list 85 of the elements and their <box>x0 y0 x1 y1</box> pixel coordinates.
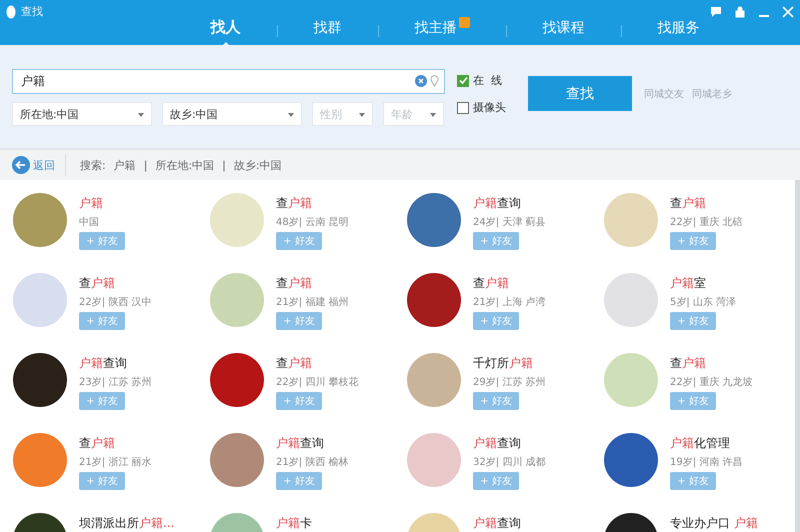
user-info: 22岁| 陕西 汉中 <box>79 296 152 309</box>
filter-dropdown[interactable]: 故乡:中国 <box>162 102 302 126</box>
tab[interactable]: 找课程 <box>508 14 618 46</box>
user-name[interactable]: 查户籍 <box>670 195 742 212</box>
avatar-placeholder[interactable] <box>407 273 461 327</box>
user-info: 21岁| 浙江 丽水 <box>79 456 152 469</box>
user-name[interactable]: 户籍卡 <box>276 515 312 532</box>
back-button[interactable]: 返回 <box>12 154 66 176</box>
user-name[interactable]: 户籍查询 <box>473 435 546 452</box>
user-info: 21岁| 陕西 榆林 <box>276 456 348 469</box>
search-term: 所在地:中国 <box>155 158 214 172</box>
avatar-placeholder[interactable] <box>604 433 658 487</box>
user-name[interactable]: 查户籍 <box>276 195 348 212</box>
add-friend-button[interactable]: + 好友 <box>473 312 519 330</box>
add-friend-button[interactable]: + 好友 <box>670 472 716 490</box>
add-friend-button[interactable]: + 好友 <box>276 312 322 330</box>
checkmark-icon <box>458 76 468 85</box>
user-info: 24岁| 天津 蓟县 <box>473 216 546 229</box>
add-friend-button[interactable]: + 好友 <box>79 232 125 250</box>
user-info: 22岁| 重庆 北碚 <box>670 216 742 229</box>
user-info: 48岁| 云南 昆明 <box>276 216 348 229</box>
avatar-placeholder[interactable] <box>13 353 67 407</box>
avatar-placeholder[interactable] <box>210 353 264 407</box>
user-name[interactable]: 户籍查询 <box>276 435 348 452</box>
user-name[interactable]: 查户籍 <box>670 355 752 372</box>
add-friend-button[interactable]: + 好友 <box>670 232 716 250</box>
add-friend-button[interactable]: + 好友 <box>276 232 322 250</box>
close-icon[interactable] <box>782 6 794 18</box>
separator: | <box>222 158 226 172</box>
filter-dropdown[interactable]: 性别 <box>312 102 373 126</box>
user-info: 中国 <box>79 216 100 229</box>
user-info: 22岁| 重庆 九龙坡 <box>670 376 752 389</box>
tab[interactable]: 找群 <box>280 14 376 46</box>
user-info: 22岁| 四川 攀枝花 <box>276 376 358 389</box>
user-name[interactable]: 户籍室 <box>670 275 736 292</box>
add-friend-button[interactable]: + 好友 <box>473 392 519 410</box>
user-name[interactable]: 查户籍 <box>79 275 152 292</box>
add-friend-button[interactable]: + 好友 <box>473 232 519 250</box>
user-name[interactable]: 户籍查询 <box>473 515 521 532</box>
user-info: 29岁| 江苏 苏州 <box>473 376 546 389</box>
user-info: 5岁| 山东 菏泽 <box>670 296 736 309</box>
add-friend-button[interactable]: + 好友 <box>276 472 322 490</box>
search-button[interactable]: 查找 <box>528 76 632 111</box>
search-label: 搜索: <box>80 158 106 172</box>
add-friend-button[interactable]: + 好友 <box>670 312 716 330</box>
user-name[interactable]: 查户籍 <box>79 435 152 452</box>
search-field[interactable]: 户籍 <box>12 69 445 94</box>
user-info: 23岁| 江苏 苏州 <box>79 376 152 389</box>
link[interactable]: 同城交友 <box>644 87 684 101</box>
message-icon[interactable] <box>710 6 722 18</box>
user-name[interactable]: 户籍查询 <box>473 195 546 212</box>
add-friend-button[interactable]: + 好友 <box>473 472 519 490</box>
user-info: 19岁| 河南 许昌 <box>670 456 742 469</box>
add-friend-button[interactable]: + 好友 <box>276 392 322 410</box>
user-name[interactable]: 专业办户口 户籍 <box>670 515 758 532</box>
user-info: 32岁| 四川 成都 <box>473 456 546 469</box>
user-info: 21岁| 上海 卢湾 <box>473 296 546 309</box>
user-name[interactable]: 查户籍 <box>473 275 546 292</box>
user-info: 21岁| 福建 福州 <box>276 296 348 309</box>
location-pin-icon[interactable] <box>430 75 439 87</box>
link[interactable]: 同城老乡 <box>692 87 732 101</box>
add-friend-button[interactable]: + 好友 <box>79 472 125 490</box>
option-checkbox[interactable]: 摄像头 <box>457 100 506 115</box>
search-term: 户籍 <box>114 158 136 172</box>
user-name[interactable]: 坝渭派出所户籍... <box>79 515 174 532</box>
window-title: 查找 <box>21 4 43 19</box>
separator: | <box>144 158 148 172</box>
tab[interactable]: 找主播 <box>380 14 504 46</box>
lock-icon[interactable] <box>734 6 746 18</box>
user-name[interactable]: 查户籍 <box>276 355 358 372</box>
add-friend-button[interactable]: + 好友 <box>79 312 125 330</box>
option-checkbox[interactable]: 在 线 <box>457 73 506 88</box>
add-friend-button[interactable]: + 好友 <box>79 392 125 410</box>
tab[interactable]: 找服务 <box>624 14 734 46</box>
tab[interactable]: 找人 <box>176 14 274 47</box>
user-name[interactable]: 户籍 <box>79 195 125 212</box>
search-term: 故乡:中国 <box>234 158 282 172</box>
user-name[interactable]: 户籍查询 <box>79 355 152 372</box>
filter-dropdown[interactable]: 年龄 <box>383 102 444 126</box>
user-name[interactable]: 查户籍 <box>276 275 348 292</box>
clear-icon[interactable] <box>415 75 427 87</box>
filter-dropdown[interactable]: 所在地:中国 <box>12 102 152 126</box>
user-name[interactable]: 户籍化管理 <box>670 435 742 452</box>
add-friend-button[interactable]: + 好友 <box>670 392 716 410</box>
user-name[interactable]: 千灯所户籍 <box>473 355 546 372</box>
